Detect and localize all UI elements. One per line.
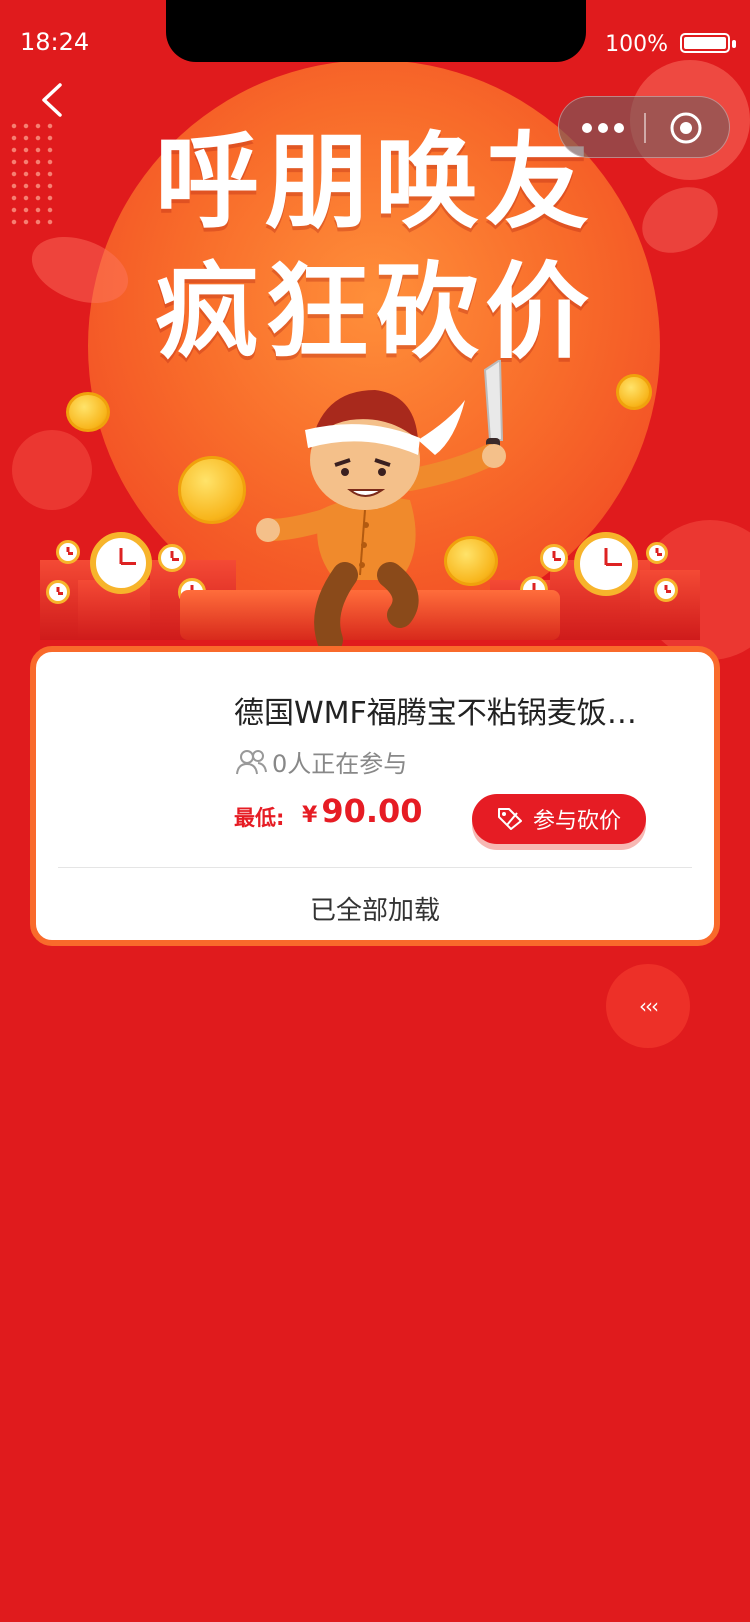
participants-count: 0人正在参与: [272, 750, 408, 778]
battery-cap: [732, 40, 736, 48]
decor-blob: [12, 430, 92, 510]
battery-icon: [680, 33, 730, 53]
floating-back-label: ‹‹‹: [639, 994, 659, 1018]
clock-icon: [574, 532, 638, 596]
product-title[interactable]: 德国WMF福腾宝不粘锅麦饭石…: [234, 688, 664, 732]
clock-icon: [56, 540, 80, 564]
bargain-product-card: 德国WMF福腾宝不粘锅麦饭石… 0人正在参与 最低: ¥90.00 参与砍价 已…: [30, 646, 720, 946]
clock-icon: [654, 578, 678, 602]
coin-icon: [178, 456, 246, 524]
device-notch: [166, 0, 586, 62]
floating-back-button[interactable]: ‹‹‹: [606, 964, 690, 1048]
chef-character-illustration: [256, 360, 506, 650]
currency-symbol: ¥: [302, 803, 318, 828]
clock-icon: [540, 544, 568, 572]
list-end-text: 已全部加载: [309, 896, 440, 926]
clock-icon: [46, 580, 70, 604]
banner-title-line2: 疯狂砍价: [154, 251, 595, 373]
miniprogram-capsule: [558, 96, 730, 158]
coin-icon: [616, 374, 652, 410]
coin-icon: [66, 392, 110, 432]
clock-icon: [646, 542, 668, 564]
join-bargain-label: 参与砍价: [532, 809, 621, 834]
price-amount: 90.00: [321, 792, 423, 830]
product-image[interactable]: [64, 680, 234, 850]
card-divider: [58, 867, 692, 868]
capsule-divider: [644, 113, 646, 143]
people-icon: [236, 749, 267, 774]
battery-percent: 100%: [605, 32, 668, 57]
price-label: 最低:: [234, 806, 285, 830]
status-time: 18:24: [20, 28, 90, 56]
participants-row: 0人正在参与: [234, 744, 407, 779]
clock-icon: [90, 532, 152, 594]
back-arrow-icon[interactable]: [38, 82, 68, 118]
more-dots-icon[interactable]: [581, 115, 627, 141]
price-value: ¥90.00: [302, 792, 423, 830]
join-bargain-button[interactable]: 参与砍价: [472, 794, 646, 844]
tag-icon: [497, 808, 522, 830]
close-miniprogram-icon[interactable]: [669, 111, 703, 145]
clock-icon: [158, 544, 186, 572]
